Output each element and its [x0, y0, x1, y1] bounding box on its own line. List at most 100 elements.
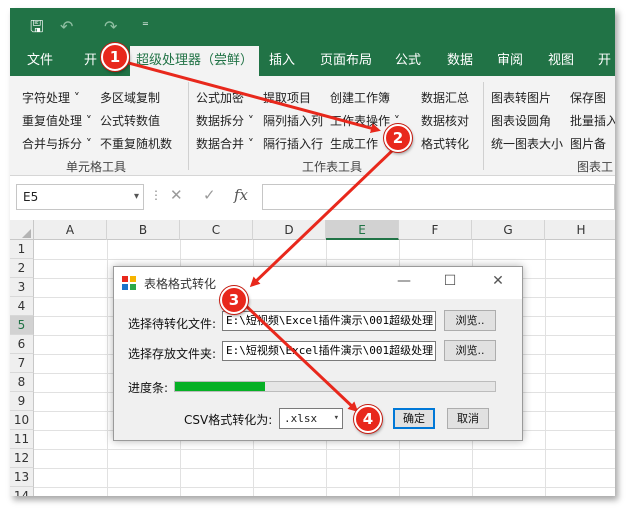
row-header[interactable]: 9	[10, 392, 34, 411]
insert-alt-rows-button[interactable]: 隔行插入行	[263, 136, 323, 152]
tab-insert[interactable]: 插入	[269, 46, 295, 76]
chevron-down-icon[interactable]: ▾	[134, 185, 139, 209]
column-header-selected[interactable]: E	[326, 220, 399, 240]
tab-page-layout[interactable]: 页面布局	[320, 46, 372, 76]
group-label-cell-tools: 单元格工具	[66, 160, 127, 174]
ribbon-separator	[188, 82, 189, 170]
format-select[interactable]: .xlsx ▾	[279, 408, 343, 429]
tab-review[interactable]: 审阅	[497, 46, 523, 76]
column-header[interactable]: B	[107, 220, 180, 240]
save-icon[interactable]: 🖫	[30, 18, 44, 36]
merge-split-button[interactable]: 合并与拆分 ˅	[22, 136, 92, 152]
save-chart-button[interactable]: 保存图	[570, 90, 606, 106]
format-convert-dialog: 表格格式转化 — ☐ ✕ 选择待转化文件: E:\短视频\Excel插件演示\0…	[113, 266, 523, 441]
browse-source-button[interactable]: 浏览..	[444, 310, 496, 331]
tab-super-processor[interactable]: 超级处理器（尝鲜）	[130, 46, 260, 76]
progress-label: 进度条:	[128, 381, 169, 395]
source-file-input[interactable]: E:\短视频\Excel插件演示\001超级处理	[222, 311, 436, 331]
insert-alt-columns-button[interactable]: 隔列插入列	[263, 113, 323, 129]
row-header[interactable]: 6	[10, 335, 34, 354]
close-icon[interactable]: ✕	[488, 273, 508, 289]
row-header[interactable]: 7	[10, 354, 34, 373]
chart-rounded-corner-button[interactable]: 图表设圆角	[491, 113, 551, 129]
formula-bar: E5 ▾ ⋮ ✕ ✓ fx	[10, 176, 615, 220]
data-split-button[interactable]: 数据拆分 ˅	[196, 113, 254, 129]
row-header[interactable]: 8	[10, 373, 34, 392]
maximize-icon[interactable]: ☐	[440, 273, 460, 289]
column-header[interactable]: C	[180, 220, 253, 240]
ribbon-separator	[483, 82, 484, 170]
annotation-badge-1: 1	[101, 43, 129, 71]
unify-chart-size-button[interactable]: 统一图表大小	[491, 136, 563, 152]
grid-line	[34, 487, 615, 488]
row-header[interactable]: 11	[10, 430, 34, 449]
duplicate-process-button[interactable]: 重复值处理 ˅	[22, 113, 92, 129]
chevron-down-icon[interactable]: ▾	[334, 409, 339, 428]
more-icon: ⋮	[150, 188, 162, 202]
tab-data[interactable]: 数据	[447, 46, 473, 76]
multi-area-copy-button[interactable]: 多区域复制	[100, 90, 160, 106]
formula-encrypt-button[interactable]: 公式加密	[196, 90, 244, 106]
format-convert-button[interactable]: 格式转化	[421, 136, 469, 152]
dest-folder-input[interactable]: E:\短视频\Excel插件演示\001超级处理	[222, 341, 436, 361]
char-process-button[interactable]: 字符处理 ˅	[22, 90, 80, 106]
column-headers: A B C D E F G H	[10, 220, 615, 240]
row-header[interactable]: 1	[10, 240, 34, 259]
row-header[interactable]: 4	[10, 297, 34, 316]
image-backup-button[interactable]: 图片备	[570, 136, 606, 152]
ribbon-panel: 字符处理 ˅ 多区域复制 重复值处理 ˅ 公式转数值 合并与拆分 ˅ 不重复随机…	[10, 76, 615, 176]
chart-to-image-button[interactable]: 图表转图片	[491, 90, 551, 106]
grid-line	[34, 468, 615, 469]
data-check-button[interactable]: 数据核对	[421, 113, 469, 129]
group-label-sheet-tools: 工作表工具	[302, 160, 363, 174]
tab-view[interactable]: 视图	[548, 46, 574, 76]
name-box[interactable]: E5 ▾	[16, 184, 144, 210]
unique-random-button[interactable]: 不重复随机数	[100, 136, 172, 152]
data-summary-button[interactable]: 数据汇总	[421, 90, 469, 106]
row-header[interactable]: 3	[10, 278, 34, 297]
customize-toolbar-icon[interactable]: ⁼	[142, 18, 149, 36]
cancel-button[interactable]: 取消	[447, 408, 489, 429]
create-workbook-button[interactable]: 创建工作簿	[330, 90, 390, 106]
csv-format-label: CSV格式转化为:	[184, 413, 273, 427]
minimize-icon[interactable]: —	[394, 273, 414, 289]
tab-developer[interactable]: 开	[598, 46, 611, 76]
cancel-icon[interactable]: ✕	[170, 186, 183, 204]
row-header[interactable]: 13	[10, 468, 34, 487]
select-all-corner[interactable]	[10, 220, 34, 240]
row-header[interactable]: 2	[10, 259, 34, 278]
data-merge-button[interactable]: 数据合并 ˅	[196, 136, 254, 152]
undo-icon[interactable]: ↶	[60, 18, 73, 36]
dest-folder-label: 选择存放文件夹:	[128, 347, 217, 361]
app-icon	[122, 276, 136, 290]
batch-insert-button[interactable]: 批量插入	[570, 113, 615, 129]
row-header[interactable]: 10	[10, 411, 34, 430]
insert-function-icon[interactable]: fx	[234, 186, 248, 204]
column-header[interactable]: H	[545, 220, 615, 240]
tab-start[interactable]: 开	[84, 46, 97, 76]
redo-icon[interactable]: ↷	[104, 18, 117, 36]
column-header[interactable]: F	[399, 220, 472, 240]
progress-bar	[174, 381, 496, 392]
row-header[interactable]: 14	[10, 487, 34, 496]
row-header[interactable]: 12	[10, 449, 34, 468]
progress-fill	[175, 382, 265, 391]
formula-input[interactable]	[262, 184, 615, 210]
column-header[interactable]: G	[472, 220, 545, 240]
row-header-selected[interactable]: 5	[10, 316, 34, 335]
tab-file[interactable]: 文件	[27, 46, 53, 76]
browse-dest-button[interactable]: 浏览..	[444, 340, 496, 361]
source-file-label: 选择待转化文件:	[128, 317, 217, 331]
formula-to-value-button[interactable]: 公式转数值	[100, 113, 160, 129]
grid-line	[107, 240, 108, 496]
confirm-icon[interactable]: ✓	[203, 186, 216, 204]
generate-sheet-button[interactable]: 生成工作	[330, 136, 378, 152]
grid-line	[34, 449, 615, 450]
tab-formulas[interactable]: 公式	[395, 46, 421, 76]
dialog-title-bar[interactable]: 表格格式转化 — ☐ ✕	[114, 267, 522, 299]
grid-line	[545, 240, 546, 496]
column-header[interactable]: D	[253, 220, 326, 240]
ok-button[interactable]: 确定	[393, 408, 435, 429]
extract-items-button[interactable]: 提取项目	[263, 90, 311, 106]
column-header[interactable]: A	[34, 220, 107, 240]
